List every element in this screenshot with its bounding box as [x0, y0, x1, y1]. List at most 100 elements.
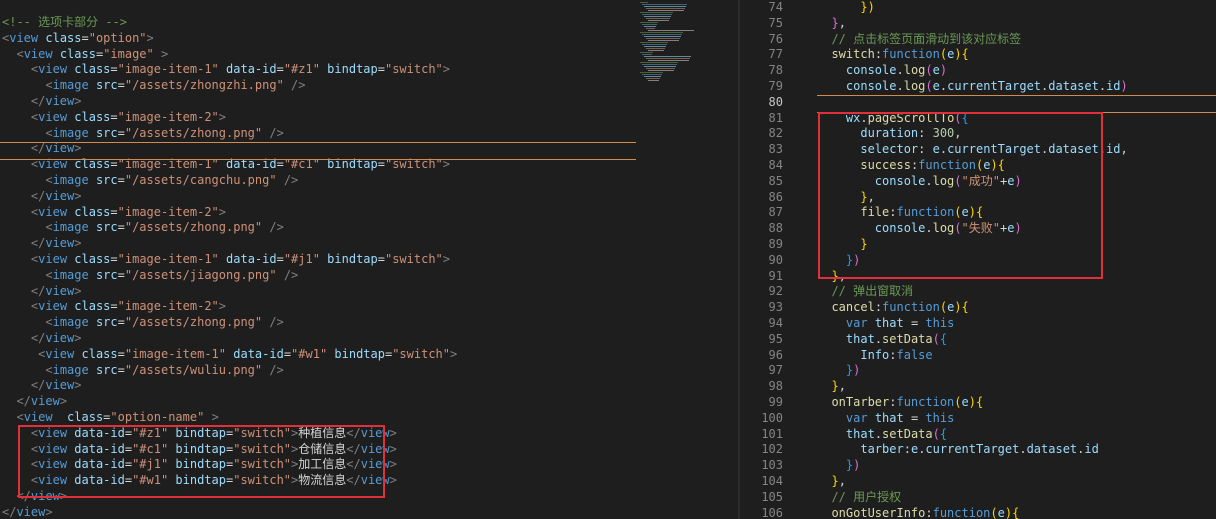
line-number[interactable]: 83 [740, 142, 783, 158]
line-number[interactable]: 86 [740, 190, 783, 206]
code-line[interactable]: <view class="image-item-1" data-id="#z1"… [2, 62, 457, 78]
code-line[interactable]: <view class="image-item-2"> [2, 110, 457, 126]
line-number[interactable]: 98 [740, 379, 783, 395]
line-number[interactable]: 92 [740, 284, 783, 300]
code-line[interactable]: <view class="image-item-2"> [2, 299, 457, 315]
code-token: ) [939, 63, 948, 78]
line-number[interactable]: 88 [740, 221, 783, 237]
line-number[interactable]: 95 [740, 332, 783, 348]
code-line[interactable]: <image src="/assets/zhongzhi.png" /> [2, 78, 457, 94]
code-line[interactable]: 103 }) [740, 458, 1128, 474]
code-line[interactable]: 79 console.log(e.currentTarget.dataset.i… [740, 79, 1128, 95]
code-line[interactable]: </view> [2, 236, 457, 252]
code-line[interactable]: 100 var that = this [740, 411, 1128, 427]
code-line[interactable]: <view class="option"> [2, 31, 457, 47]
code-line[interactable]: <view class="image" > [2, 47, 457, 63]
code-token: </ [30, 93, 46, 108]
line-number[interactable]: 87 [740, 205, 783, 221]
line-number[interactable]: 77 [740, 47, 783, 63]
code-token: onGotUserInfo [831, 505, 926, 519]
line-number[interactable]: 89 [740, 237, 783, 253]
code-line[interactable]: <image src="/assets/zhong.png" /> [2, 315, 457, 331]
code-line[interactable]: </view> [2, 394, 457, 410]
line-number[interactable]: 104 [740, 474, 783, 490]
right-editor-pane[interactable]: 74 }) 75 }, 76 // 点击标签页面滑动到该对应标签 77 switch:… [740, 0, 1216, 519]
code-line[interactable]: 77 switch:function(e){ [740, 47, 1128, 63]
code-line[interactable]: 102 tarber:e.currentTarget.dataset.id [740, 442, 1128, 458]
code-line[interactable]: </view> [2, 284, 457, 300]
line-number[interactable]: 97 [740, 363, 783, 379]
line-number[interactable]: 75 [740, 16, 783, 32]
code-line[interactable]: 93 cancel:function(e){ [740, 300, 1128, 316]
code-token: ) [954, 47, 962, 62]
line-number[interactable]: 105 [740, 490, 783, 506]
line-number[interactable]: 80 [740, 95, 783, 111]
code-token: "option-name" [110, 409, 205, 424]
code-token: currentTarget [925, 442, 1020, 457]
line-number[interactable]: 85 [740, 174, 783, 190]
line-number[interactable]: 78 [740, 63, 783, 79]
line-number[interactable]: 81 [740, 111, 783, 127]
code-line[interactable]: <view class="image-item-1" data-id="#j1"… [2, 252, 457, 268]
code-line[interactable]: 97 }) [740, 363, 1128, 379]
line-number[interactable]: 102 [740, 442, 783, 458]
code-token: view [45, 330, 75, 345]
line-number[interactable]: 106 [740, 506, 783, 519]
code-token: > [146, 30, 154, 45]
line-number[interactable]: 101 [740, 427, 783, 443]
code-line[interactable]: <view class="image-item-1" data-id="#w1"… [2, 347, 457, 363]
code-line[interactable]: 106 onGotUserInfo:function(e){ [740, 506, 1128, 519]
code-token: view [45, 188, 75, 203]
line-number[interactable]: 96 [740, 348, 783, 364]
code-line[interactable]: <view class="image-item-2"> [2, 205, 457, 221]
line-number[interactable]: 84 [740, 158, 783, 174]
code-line[interactable]: <!-- 选项卡部分 --> [2, 15, 457, 31]
code-line[interactable]: <image src="/assets/cangchu.png" /> [2, 173, 457, 189]
code-line[interactable]: <view class="option-name" > [2, 410, 457, 426]
code-line[interactable]: 98 }, [740, 379, 1128, 395]
line-number[interactable]: 100 [740, 411, 783, 427]
code-line[interactable]: <image src="/assets/zhong.png" /> [2, 126, 457, 142]
line-number[interactable]: 74 [740, 0, 783, 16]
code-line[interactable]: 101 that.setData({ [740, 427, 1128, 443]
line-number[interactable]: 82 [740, 126, 783, 142]
code-line[interactable]: 104 }, [740, 474, 1128, 490]
code-line[interactable]: </view> [2, 331, 457, 347]
code-line[interactable]: <image src="/assets/jiagong.png" /> [2, 268, 457, 284]
code-line[interactable]: 74 }) [740, 0, 1128, 16]
line-number[interactable]: 93 [740, 300, 783, 316]
minimap[interactable] [634, 0, 724, 90]
code-token: id [1106, 142, 1121, 157]
code-line[interactable]: <image src="/assets/wuliu.png" /> [2, 363, 457, 379]
code-line[interactable]: 105 // 用户授权 [740, 490, 1128, 506]
line-number[interactable]: 91 [740, 269, 783, 285]
code-line[interactable]: 75 }, [740, 16, 1128, 32]
code-line[interactable]: 92 // 弹出窗取消 [740, 284, 1128, 300]
code-line[interactable]: 96 Info:false [740, 348, 1128, 364]
code-line[interactable]: </view> [2, 94, 457, 110]
code-token: . [1019, 442, 1027, 457]
code-token: /> [283, 172, 299, 187]
code-line[interactable]: <image src="/assets/zhong.png" /> [2, 220, 457, 236]
code-line[interactable]: 78 console.log(e) [740, 63, 1128, 79]
line-number[interactable]: 76 [740, 32, 783, 48]
code-token: dataset [1048, 78, 1099, 93]
line-number[interactable]: 94 [740, 316, 783, 332]
code-line[interactable]: 76 // 点击标签页面滑动到该对应标签 [740, 32, 1128, 48]
line-number[interactable]: 103 [740, 458, 783, 474]
left-editor-pane[interactable]: <!-- 选项卡部分 --> <view class="option"> <vie… [0, 0, 740, 519]
line-number[interactable]: 79 [740, 79, 783, 95]
line-number[interactable]: 99 [740, 395, 783, 411]
code-line[interactable]: 95 that.setData({ [740, 332, 1128, 348]
code-line[interactable]: </view> [2, 505, 457, 519]
code-line[interactable]: </view> [2, 378, 457, 394]
code-line[interactable]: </view> [2, 189, 457, 205]
minimap-line [640, 22, 658, 23]
code-token: = [81, 30, 89, 45]
code-line[interactable]: 99 onTarber:function(e){ [740, 395, 1128, 411]
code-line[interactable]: 94 var that = this [740, 316, 1128, 332]
line-number[interactable]: 90 [740, 253, 783, 269]
